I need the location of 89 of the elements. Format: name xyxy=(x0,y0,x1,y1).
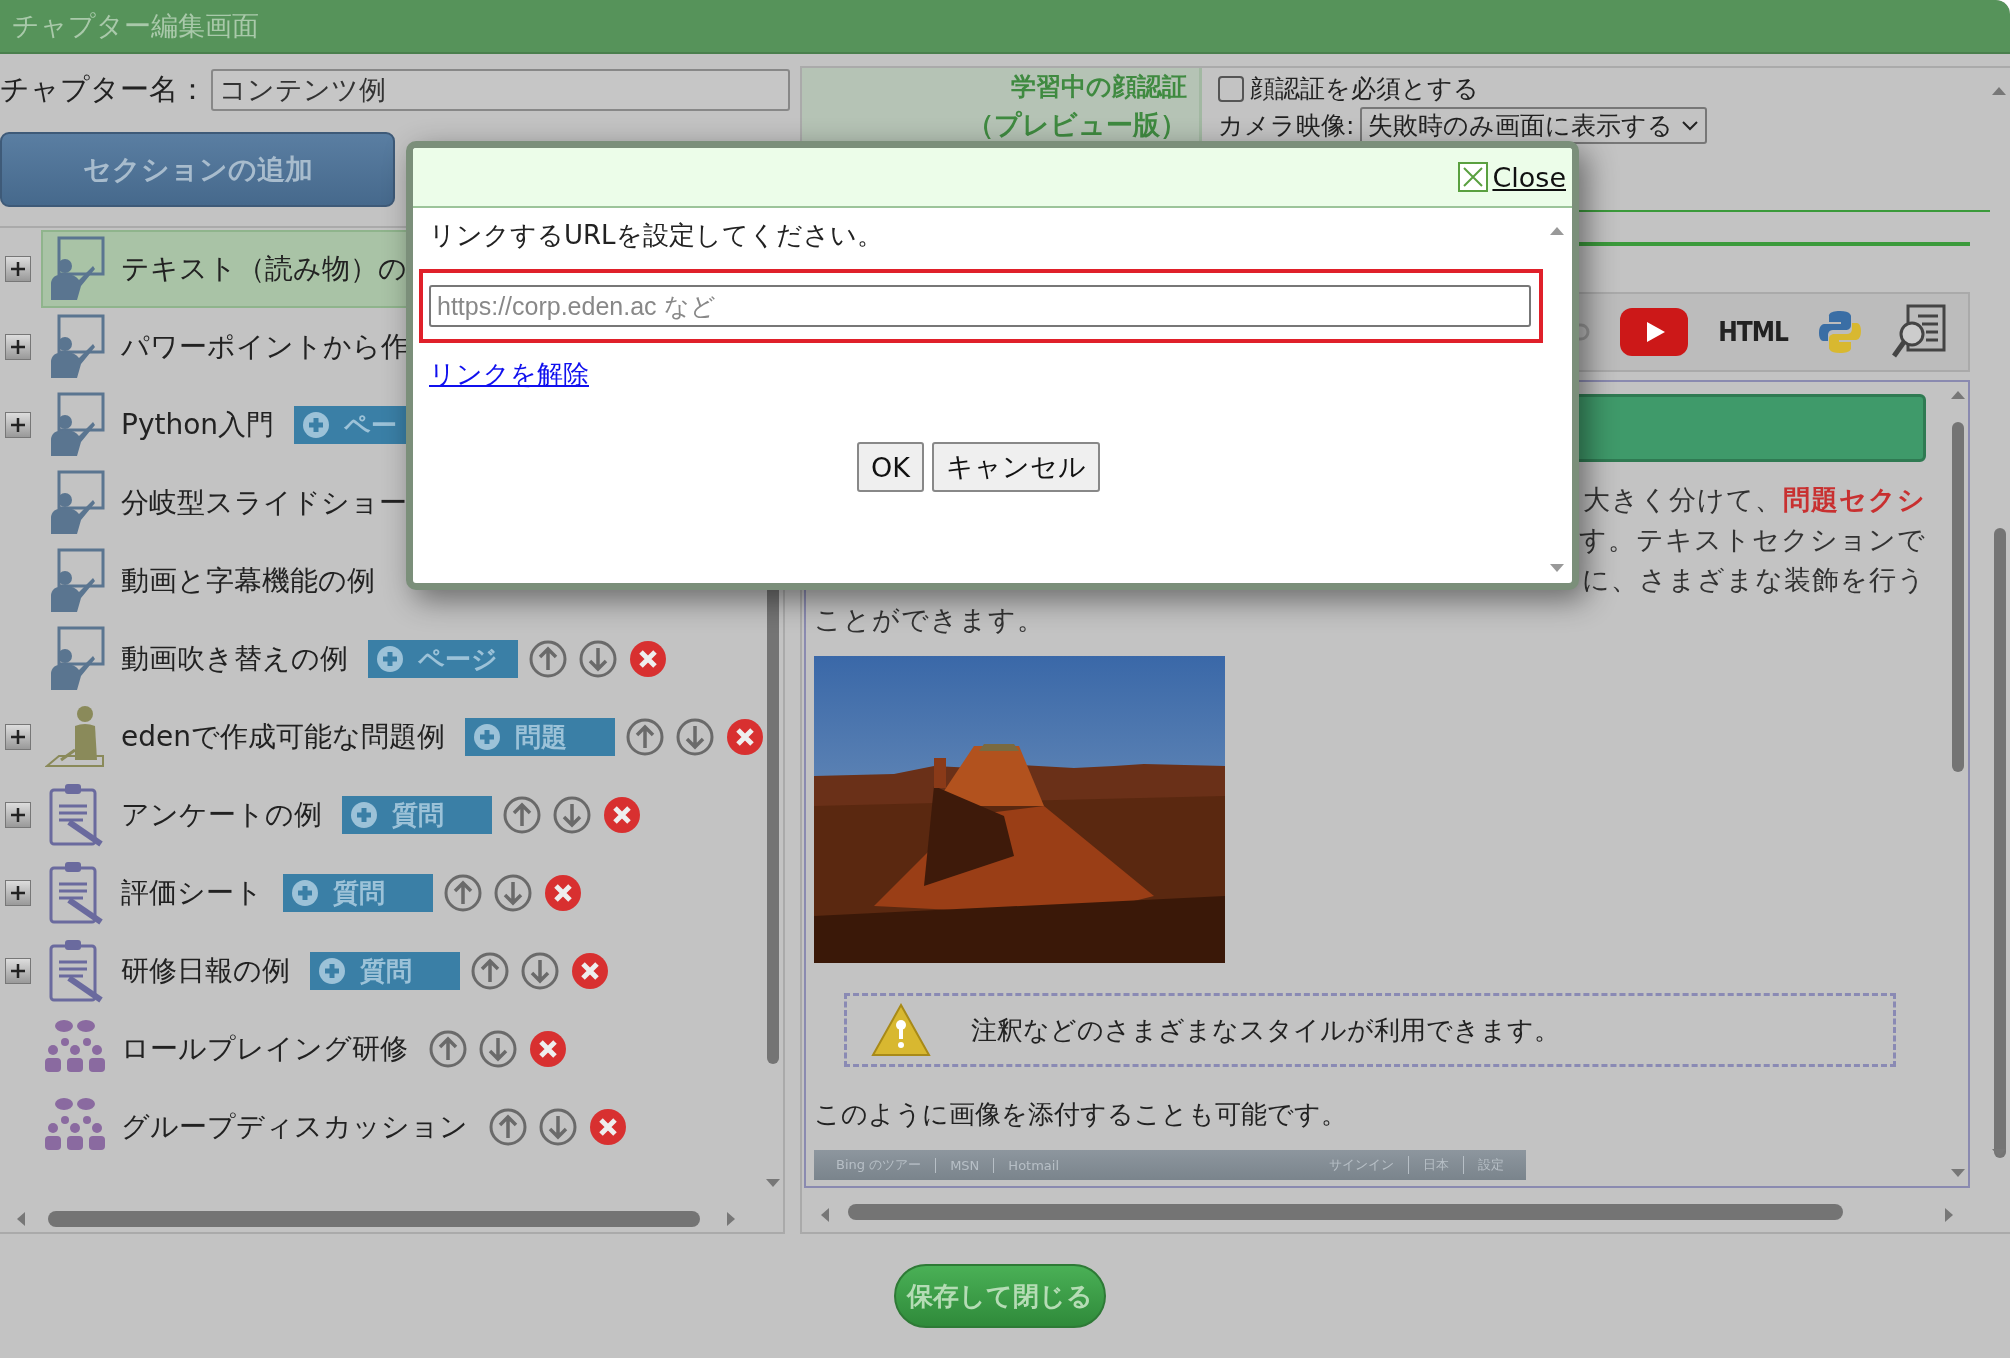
move-up-button[interactable] xyxy=(470,951,510,991)
python-icon[interactable] xyxy=(1818,309,1862,355)
chapter-name-label: チャプター名： xyxy=(0,71,207,108)
move-down-button[interactable] xyxy=(675,717,715,757)
chevron-down-icon xyxy=(1681,119,1700,132)
expand-icon[interactable] xyxy=(5,802,31,828)
section-item[interactable]: 研修日報の例 xyxy=(41,932,300,1010)
expand-icon[interactable] xyxy=(5,412,31,438)
move-up-button[interactable] xyxy=(428,1029,468,1069)
move-up-button[interactable] xyxy=(625,717,665,757)
video-icon[interactable] xyxy=(1620,308,1689,356)
plus-icon xyxy=(302,411,331,439)
section-item[interactable]: edenで作成可能な問題例 xyxy=(41,698,455,776)
section-item[interactable]: アンケートの例 xyxy=(41,776,332,854)
html-tool[interactable]: HTML xyxy=(1718,317,1788,347)
move-down-button[interactable] xyxy=(538,1107,578,1147)
checkbox[interactable] xyxy=(1218,75,1244,102)
section-item[interactable]: グループディスカッション xyxy=(41,1088,478,1166)
note-text: 注釈などのさまざまなスタイルが利用できます。 xyxy=(971,1013,1560,1047)
section-label: 動画吹き替えの例 xyxy=(121,641,348,677)
checkbox-label: 顔認証を必須とする xyxy=(1250,73,1479,105)
delete-button[interactable] xyxy=(628,639,668,679)
scrollbar-thumb[interactable] xyxy=(1952,422,1964,772)
student-writing-icon xyxy=(45,704,107,770)
paragraph-line: す。テキストセクションで xyxy=(1579,523,1926,557)
section-label: Python入門 xyxy=(121,407,275,443)
expand-icon[interactable] xyxy=(5,958,31,984)
delete-button[interactable] xyxy=(588,1107,628,1147)
face-auth-subtitle: （プレビュー版） xyxy=(967,108,1187,142)
chapter-name-field[interactable]: コンテンツ例 xyxy=(211,69,790,111)
section-item[interactable]: 分岐型スライドショー xyxy=(41,464,417,542)
plus-icon xyxy=(291,879,319,907)
face-auth-title: 学習中の顔認証 xyxy=(1011,71,1187,103)
window-title: チャプター編集画面 xyxy=(12,9,259,43)
section-label: 研修日報の例 xyxy=(121,953,290,989)
move-up-button[interactable] xyxy=(502,795,542,835)
warning-icon xyxy=(871,1003,931,1057)
section-label: グループディスカッション xyxy=(121,1109,468,1145)
move-down-button[interactable] xyxy=(578,639,618,679)
section-label: ロールプレイング研修 xyxy=(121,1031,408,1067)
scrollbar-thumb[interactable] xyxy=(1994,528,2006,1158)
paragraph-line: に、さまざまな装飾を行う xyxy=(1582,563,1926,597)
expand-icon[interactable] xyxy=(5,256,31,282)
delete-button[interactable] xyxy=(725,717,765,757)
section-label: パワーポイントから作 xyxy=(121,329,409,365)
delete-button[interactable] xyxy=(528,1029,568,1069)
move-up-button[interactable] xyxy=(488,1107,528,1147)
section-item[interactable]: 評価シート xyxy=(41,854,273,932)
section-label: edenで作成可能な問題例 xyxy=(121,719,445,755)
move-down-button[interactable] xyxy=(493,873,533,913)
section-item[interactable]: 動画吹き替えの例 xyxy=(41,620,358,698)
expand-icon[interactable] xyxy=(5,880,31,906)
plus-icon xyxy=(318,957,346,985)
plus-icon xyxy=(350,801,378,829)
section-item[interactable]: 動画と字幕機能の例 xyxy=(41,542,385,620)
document-search-icon[interactable] xyxy=(1892,304,1948,360)
close-link[interactable]: Close xyxy=(1458,161,1566,193)
cancel-button[interactable]: キャンセル xyxy=(932,442,1100,492)
camera-label: カメラ映像: xyxy=(1218,110,1355,142)
caption-text: このように画像を添付することも可能です。 xyxy=(814,1098,1348,1131)
scrollbar-thumb[interactable] xyxy=(848,1204,1843,1220)
move-down-button[interactable] xyxy=(552,795,592,835)
dialog-prompt: リンクするURLを設定してください。 xyxy=(429,219,883,252)
move-up-button[interactable] xyxy=(443,873,483,913)
plus-icon xyxy=(376,645,404,673)
move-up-button[interactable] xyxy=(528,639,568,679)
unlink-link[interactable]: リンクを解除 xyxy=(429,357,589,392)
section-item[interactable]: Python入門 xyxy=(41,386,285,464)
expand-icon[interactable] xyxy=(5,724,31,750)
section-label: テキスト（読み物）の xyxy=(121,251,407,287)
url-field[interactable]: https://corp.eden.ac など xyxy=(429,285,1531,327)
close-icon xyxy=(1458,162,1489,192)
expand-icon[interactable] xyxy=(5,334,31,360)
paragraph-line: ことができます。 xyxy=(814,603,1045,637)
delete-button[interactable] xyxy=(543,873,583,913)
section-item[interactable]: パワーポイントから作 xyxy=(41,308,419,386)
move-down-button[interactable] xyxy=(478,1029,518,1069)
scrollbar-thumb[interactable] xyxy=(48,1211,700,1227)
ok-button[interactable]: OK xyxy=(857,442,924,492)
section-label: アンケートの例 xyxy=(121,797,322,833)
plus-icon xyxy=(473,723,501,751)
delete-button[interactable] xyxy=(570,951,610,991)
section-label: 評価シート xyxy=(121,875,263,911)
move-down-button[interactable] xyxy=(520,951,560,991)
delete-button[interactable] xyxy=(602,795,642,835)
section-item[interactable]: ロールプレイング研修 xyxy=(41,1010,418,1088)
section-label: 動画と字幕機能の例 xyxy=(121,563,375,599)
paragraph-line: 大きく分けて、問題セクシ xyxy=(1583,483,1926,517)
section-label: 分岐型スライドショー xyxy=(121,485,407,521)
